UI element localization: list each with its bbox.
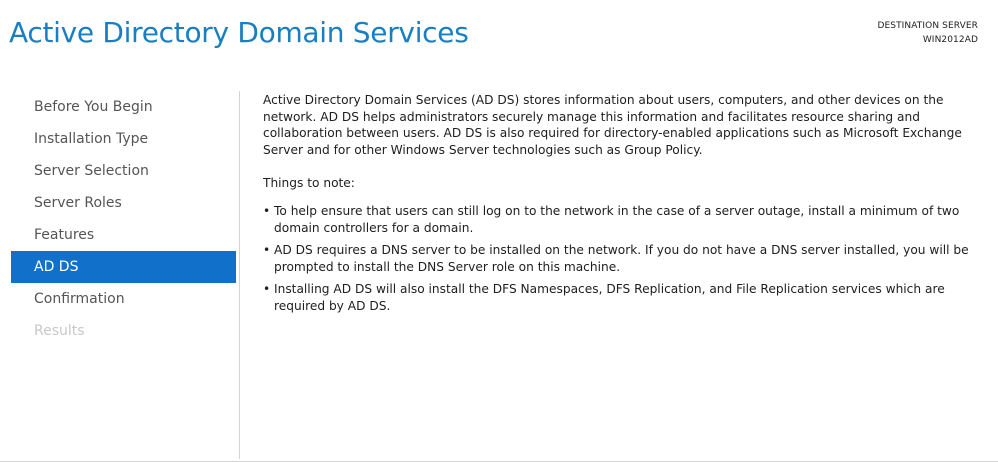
destination-server-label: DESTINATION SERVER — [877, 21, 978, 31]
nav-item-confirmation[interactable]: Confirmation — [11, 283, 236, 315]
content-pane: Active Directory Domain Services (AD DS)… — [263, 92, 983, 321]
note-text: AD DS requires a DNS server to be instal… — [274, 243, 969, 274]
list-item: • Installing AD DS will also install the… — [263, 281, 983, 314]
wizard-navigation: Before You Begin Installation Type Serve… — [11, 91, 236, 347]
list-item: • AD DS requires a DNS server to be inst… — [263, 242, 983, 275]
nav-item-server-selection[interactable]: Server Selection — [11, 155, 236, 187]
bullet-icon: • — [263, 243, 271, 258]
note-text: Installing AD DS will also install the D… — [274, 282, 945, 313]
nav-item-installation-type[interactable]: Installation Type — [11, 123, 236, 155]
nav-item-features[interactable]: Features — [11, 219, 236, 251]
destination-server-name: WIN2012AD — [922, 35, 978, 45]
nav-item-server-roles[interactable]: Server Roles — [11, 187, 236, 219]
intro-text: Active Directory Domain Services (AD DS)… — [263, 93, 962, 157]
things-to-note-heading: Things to note: — [263, 176, 355, 191]
note-text: To help ensure that users can still log … — [274, 203, 960, 235]
notes-list: • To help ensure that users can still lo… — [263, 203, 983, 315]
destination-server-info: DESTINATION SERVER WIN2012AD — [877, 19, 978, 47]
bullet-icon: • — [263, 203, 271, 218]
nav-item-ad-ds[interactable]: AD DS — [11, 251, 236, 283]
wizard-window: Active Directory Domain Services DESTINA… — [0, 0, 998, 462]
nav-item-results: Results — [34, 323, 85, 339]
nav-item-before-you-begin[interactable]: Before You Begin — [11, 91, 236, 123]
page-title: Active Directory Domain Services — [9, 16, 469, 49]
bullet-icon: • — [263, 282, 271, 297]
list-item: • To help ensure that users can still lo… — [263, 203, 983, 236]
nav-divider — [239, 91, 240, 459]
